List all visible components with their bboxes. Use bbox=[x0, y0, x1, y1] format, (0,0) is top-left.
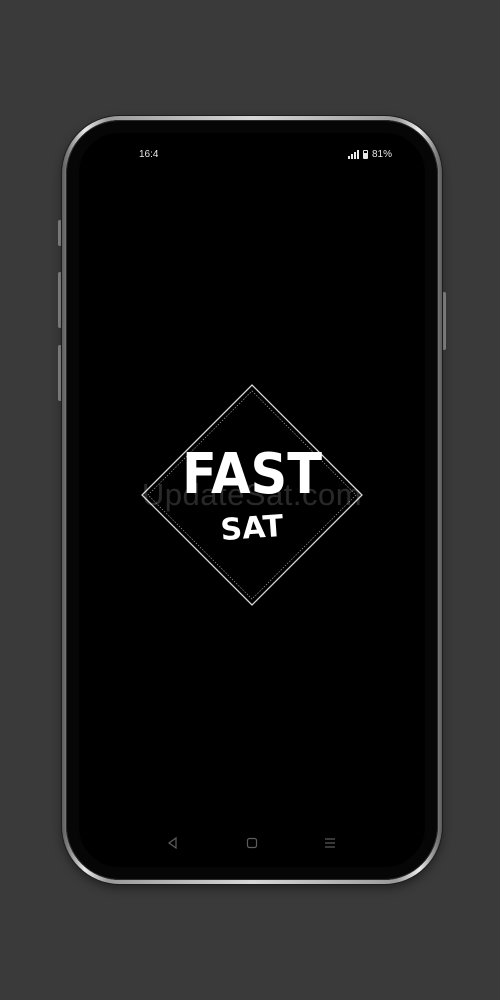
back-icon[interactable] bbox=[167, 837, 179, 849]
battery-icon bbox=[362, 150, 368, 159]
power-button bbox=[442, 292, 446, 350]
navigation-bar bbox=[79, 835, 425, 855]
signal-icon bbox=[347, 150, 359, 159]
status-bar: 16:4 81% bbox=[79, 147, 425, 163]
status-time: 16:4 bbox=[139, 149, 159, 160]
battery-percent: 81% bbox=[371, 149, 392, 160]
logo-text-sat: SAT bbox=[219, 509, 285, 548]
watermark-text: UpdateSat.com bbox=[141, 477, 363, 512]
status-indicators: 81% bbox=[347, 149, 392, 160]
phone-screen[interactable]: 16:4 81% FAST SAT UpdateSat.com bbox=[79, 133, 425, 867]
recents-icon[interactable] bbox=[324, 837, 336, 849]
home-icon[interactable] bbox=[246, 837, 258, 849]
